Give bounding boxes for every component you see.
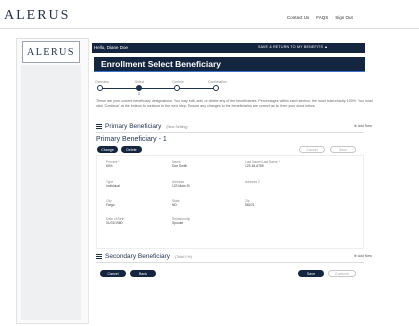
save-and-return-link[interactable]: SAVE & RETURN TO MY BENEFITS ▲: [258, 45, 328, 49]
save-edit-button[interactable]: Save: [330, 146, 356, 153]
app-root: ALERUS Contact Us FAQS Sign Out ALERUS H…: [0, 0, 419, 326]
field-value: 123 Main St: [172, 184, 190, 189]
page-title: Enrollment Select Beneficiary: [101, 59, 221, 69]
plus-icon: ⊕: [354, 254, 357, 258]
sidebar-logo[interactable]: ALERUS: [22, 41, 80, 63]
step-2-dot: [136, 85, 142, 91]
intro-text: These are your current beneficiary desig…: [96, 99, 373, 108]
save-button[interactable]: Save: [298, 270, 324, 277]
save-and-return-label: SAVE & RETURN TO MY BENEFITS: [258, 45, 324, 49]
stepper-track: [100, 88, 216, 89]
primary-edit-link[interactable]: (New Setting): [166, 125, 187, 129]
step-2-label: Select: [135, 80, 145, 84]
field-zip[interactable]: Zip 58103: [245, 199, 254, 207]
primary-heading-text: Primary Beneficiary: [105, 123, 162, 130]
field-relationship[interactable]: Relationship Spouse: [172, 217, 190, 225]
field-value: 58103: [245, 203, 255, 208]
field-value: Fargo: [106, 203, 115, 208]
beneficiary-card: [96, 155, 364, 249]
field-percent[interactable]: Percent * 60%: [106, 160, 120, 168]
field-value: 60%: [106, 164, 113, 169]
primary-add-new-label: Add New: [357, 124, 372, 128]
list-icon: [96, 124, 102, 129]
cancel-edit-button[interactable]: Cancel: [299, 146, 325, 153]
list-icon: [96, 254, 102, 259]
field-value: Doe Smith: [172, 164, 188, 169]
field-ssn[interactable]: Last Name/Last Name * 123-45-6789: [245, 160, 280, 168]
primary-divider: [96, 132, 364, 133]
step-4-label: Confirmation: [208, 80, 227, 84]
secondary-heading-text: Secondary Beneficiary: [105, 253, 171, 260]
primary-beneficiary-item-title: Primary Beneficiary - 1: [96, 136, 167, 143]
step-2-number: 2: [138, 92, 140, 96]
step-3-dot: [174, 85, 180, 91]
brand-logo[interactable]: ALERUS: [4, 8, 70, 24]
field-address[interactable]: Address 123 Main St: [172, 180, 190, 188]
step-4-dot: [213, 85, 219, 91]
header-divider: [0, 28, 419, 29]
secondary-total-link[interactable]: (Total 0 %): [175, 255, 192, 259]
back-button[interactable]: Back: [130, 270, 156, 277]
nav-faqs[interactable]: FAQS: [316, 15, 328, 20]
secondary-beneficiary-heading: Secondary Beneficiary (Total 0 %): [96, 253, 192, 260]
cancel-button[interactable]: Cancel: [100, 270, 126, 277]
field-value: 01/01/1980: [106, 221, 123, 226]
sidebar: [21, 65, 81, 320]
secondary-add-new-label: Add New: [357, 254, 372, 258]
home-icon: ▲: [324, 45, 329, 49]
field-value: 123-45-6789: [245, 164, 264, 169]
primary-beneficiary-heading: Primary Beneficiary (New Setting): [96, 123, 188, 130]
step-1-dot: [97, 85, 103, 91]
secondary-add-new-button[interactable]: ⊕ Add New: [354, 254, 372, 258]
top-nav: Contact Us FAQS Sign Out: [287, 15, 353, 20]
field-city[interactable]: City Fargo: [106, 199, 115, 207]
field-label: Address 2: [245, 180, 260, 184]
field-type[interactable]: Type Individual: [106, 180, 120, 188]
greeting-text: Hello, Diane Doe: [94, 45, 129, 50]
field-value: Spouse: [172, 221, 184, 226]
step-3-label: Confirm: [172, 80, 184, 84]
continue-button[interactable]: Continue: [328, 270, 356, 277]
field-name[interactable]: Name Doe Smith: [172, 160, 187, 168]
primary-add-new-button[interactable]: ⊕ Add New: [354, 124, 372, 128]
step-1-label: Overview: [95, 80, 109, 84]
delete-button[interactable]: Delete: [121, 146, 142, 153]
nav-contact-us[interactable]: Contact Us: [287, 15, 309, 20]
change-button[interactable]: Change: [97, 146, 118, 153]
field-date-of-birth[interactable]: Date of Birth 01/01/1980: [106, 217, 124, 225]
field-state[interactable]: State ND: [172, 199, 180, 207]
field-address-2[interactable]: Address 2: [245, 180, 260, 184]
secondary-divider: [96, 262, 364, 263]
nav-sign-out[interactable]: Sign Out: [335, 15, 353, 20]
plus-icon: ⊕: [354, 124, 357, 128]
title-underline: [94, 71, 365, 72]
field-value: ND: [172, 203, 177, 208]
field-value: Individual: [106, 184, 120, 189]
